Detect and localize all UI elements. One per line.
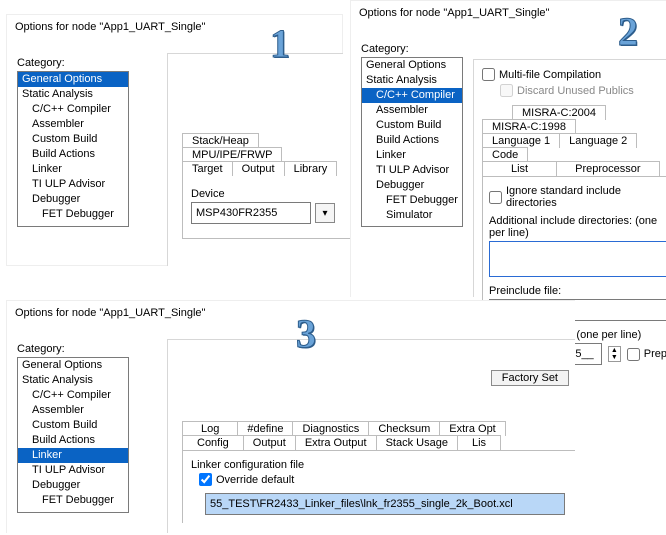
cat3-static[interactable]: Static Analysis (18, 373, 128, 388)
cat2-general[interactable]: General Options (362, 58, 462, 73)
device-browse-icon[interactable]: ▾ (315, 203, 335, 223)
category-item-linker[interactable]: Linker (18, 162, 128, 177)
override-check[interactable]: Override default (199, 473, 294, 486)
tab-mpu[interactable]: MPU/IPE/FRWP (182, 147, 282, 162)
tab-extraopt[interactable]: Extra Opt (439, 421, 505, 436)
cat3-cpp[interactable]: C/C++ Compiler (18, 388, 128, 403)
category-item-build-actions[interactable]: Build Actions (18, 147, 128, 162)
cat2-build[interactable]: Build Actions (362, 133, 462, 148)
cat2-linker[interactable]: Linker (362, 148, 462, 163)
cat2-asm[interactable]: Assembler (362, 103, 462, 118)
category-item-static-analysis[interactable]: Static Analysis (18, 87, 128, 102)
tab-lis[interactable]: Lis (457, 435, 501, 450)
category-item-debugger[interactable]: Debugger (18, 192, 128, 207)
lcf-label: Linker configuration file (191, 459, 575, 471)
category-item-general-options[interactable]: General Options (18, 72, 128, 87)
panel-3: Options for node "App1_UART_Single" Cate… (6, 300, 575, 533)
tab-lang2[interactable]: Language 2 (559, 133, 637, 148)
category-item-ulp-advisor[interactable]: TI ULP Advisor (18, 177, 128, 192)
cat3-build[interactable]: Build Actions (18, 433, 128, 448)
category-item-custom-build[interactable]: Custom Build (18, 132, 128, 147)
preinc-label: Preinclude file: (489, 285, 666, 297)
cat3-ulp[interactable]: TI ULP Advisor (18, 463, 128, 478)
tab-library[interactable]: Library (284, 161, 338, 176)
tab-define[interactable]: #define (237, 421, 293, 436)
device-input[interactable]: MSP430FR2355 (191, 202, 311, 224)
tab-config[interactable]: Config (182, 435, 244, 450)
cat2-ulp[interactable]: TI ULP Advisor (362, 163, 462, 178)
panel-1-title: Options for node "App1_UART_Single" (7, 15, 342, 39)
discard-check: Discard Unused Publics (500, 84, 634, 97)
cat2-custom[interactable]: Custom Build (362, 118, 462, 133)
factory-settings-button[interactable]: Factory Set (491, 370, 569, 386)
tab-code[interactable]: Code (482, 147, 528, 162)
multi-file-check[interactable]: Multi-file Compilation (482, 68, 601, 81)
tab-extraout[interactable]: Extra Output (295, 435, 377, 450)
tab-log[interactable]: Log (182, 421, 238, 436)
tab-output[interactable]: Output (232, 161, 285, 176)
tab-stack-heap[interactable]: Stack/Heap (182, 133, 259, 148)
badge-3: 3 (296, 310, 316, 357)
category-list-3[interactable]: General Options Static Analysis C/C++ Co… (17, 357, 129, 513)
device-label: Device (191, 188, 345, 200)
cat2-debugger[interactable]: Debugger (362, 178, 462, 193)
cat3-fet[interactable]: FET Debugger (18, 493, 128, 508)
panel-3-title: Options for node "App1_UART_Single" (7, 301, 575, 325)
content-area-2: Multi-file Compilation Discard Unused Pu… (473, 59, 666, 297)
tab-misra1998[interactable]: MISRA-C:1998 (482, 119, 576, 134)
content-area-1: Stack/Heap MPU/IPE/FRWP Target Output Li… (167, 53, 343, 266)
tab-target[interactable]: Target (182, 161, 233, 176)
cat3-general[interactable]: General Options (18, 358, 128, 373)
cat3-asm[interactable]: Assembler (18, 403, 128, 418)
category-item-fet-debugger[interactable]: FET Debugger (18, 207, 128, 222)
category-list-2[interactable]: General Options Static Analysis C/C++ Co… (361, 57, 463, 227)
category-item-cpp-compiler[interactable]: C/C++ Compiler (18, 102, 128, 117)
cat3-linker[interactable]: Linker (18, 448, 128, 463)
category-item-assembler[interactable]: Assembler (18, 117, 128, 132)
cat2-cpp[interactable]: C/C++ Compiler (362, 88, 462, 103)
inc-box[interactable] (489, 241, 666, 277)
prep-check[interactable]: Prep (627, 348, 666, 361)
badge-2: 2 (618, 8, 638, 55)
cat3-custom[interactable]: Custom Build (18, 418, 128, 433)
content-area-3: Factory Set Log #define Diagnostics Chec… (167, 339, 575, 533)
cat2-static[interactable]: Static Analysis (362, 73, 462, 88)
tab-lang1[interactable]: Language 1 (482, 133, 560, 148)
tab-output3[interactable]: Output (243, 435, 296, 450)
tab-checksum[interactable]: Checksum (368, 421, 440, 436)
cat2-sim[interactable]: Simulator (362, 208, 462, 223)
tab-misra2004[interactable]: MISRA-C:2004 (512, 105, 606, 120)
linker-path-input[interactable]: 55_TEST\FR2433_Linker_files\lnk_fr2355_s… (205, 493, 565, 515)
ignore-check[interactable]: Ignore standard include directories (489, 185, 666, 209)
inc-label: Additional include directories: (one per… (489, 215, 666, 239)
panel-1: Options for node "App1_UART_Single" Cate… (6, 14, 343, 266)
cat2-fet[interactable]: FET Debugger (362, 193, 462, 208)
badge-1: 1 (270, 20, 290, 67)
tab-diag[interactable]: Diagnostics (292, 421, 369, 436)
tab-preprocessor[interactable]: Preprocessor (556, 161, 659, 176)
cat3-debugger[interactable]: Debugger (18, 478, 128, 493)
tab-stack[interactable]: Stack Usage (376, 435, 458, 450)
category-list[interactable]: General Options Static Analysis C/C++ Co… (17, 71, 129, 227)
tab-list[interactable]: List (482, 161, 557, 176)
